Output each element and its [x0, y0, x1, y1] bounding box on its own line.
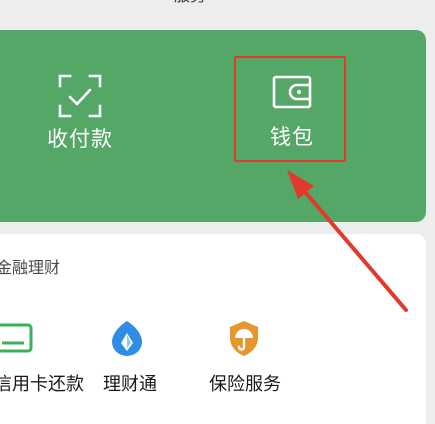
wealth-drop-icon — [107, 318, 147, 358]
wealth-label: 理财通 — [103, 374, 157, 395]
finance-section-title: 金融理财 — [0, 258, 61, 277]
credit-card-repay-label: 信用卡还款 — [0, 374, 84, 395]
receive-pay-button[interactable]: 收付款 — [40, 70, 120, 160]
insurance-label: 保险服务 — [209, 374, 281, 395]
receive-pay-label: 收付款 — [47, 127, 113, 151]
page-title: 服务 — [160, 0, 220, 5]
wallet-button[interactable]: 钱包 — [234, 56, 350, 164]
scan-frame-icon — [56, 72, 104, 120]
wallet-label: 钱包 — [270, 125, 314, 149]
umbrella-shield-icon — [224, 318, 264, 358]
credit-card-icon — [0, 318, 34, 358]
insurance-button[interactable]: 保险服务 — [200, 318, 290, 408]
wechat-services-screen: 服务 收付款 — [0, 0, 435, 424]
credit-card-repay-button[interactable]: 信用卡还款 — [0, 318, 84, 408]
wallet-icon — [272, 72, 312, 112]
wealth-button[interactable]: 理财通 — [95, 318, 165, 408]
page-title-text: 服务 — [174, 0, 206, 5]
